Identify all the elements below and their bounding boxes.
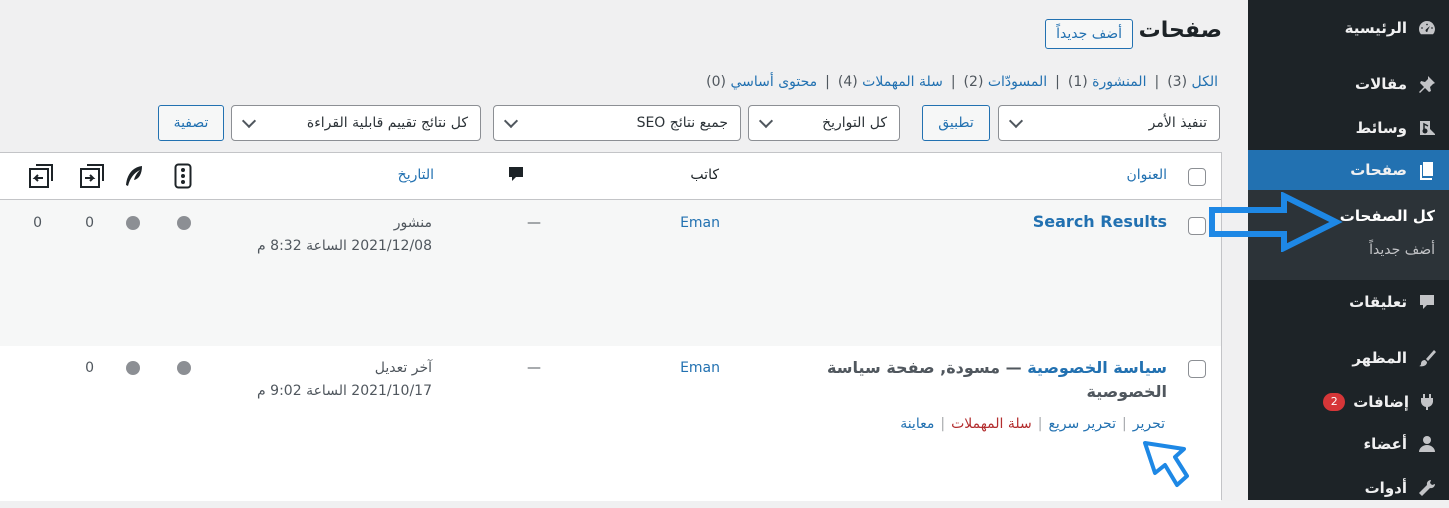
author-link[interactable]: Eman <box>680 360 720 376</box>
table-header: العنوان كاتب التاريخ <box>0 153 1221 200</box>
pin-icon <box>1417 74 1437 94</box>
sidebar-item-dashboard[interactable]: الرئيسية <box>1248 8 1449 48</box>
internal-links-in-icon <box>79 163 105 193</box>
links-in-count: 0 <box>85 360 94 376</box>
sidebar-item-tools[interactable]: أدوات <box>1248 468 1449 508</box>
sidebar-item-media[interactable]: وسائط <box>1248 108 1449 148</box>
internal-links-out-icon <box>28 163 54 193</box>
sidebar-item-label: تعليقات <box>1349 293 1407 311</box>
table-row: سياسة الخصوصية — مسودة, صفحة سياسة الخصو… <box>0 346 1221 501</box>
links-out-count: 0 <box>33 215 42 231</box>
user-icon <box>1417 434 1437 454</box>
view-trash-count: (4) <box>837 74 858 90</box>
bulk-action-select[interactable]: تنفيذ الأمر <box>998 105 1220 141</box>
author-link[interactable]: Eman <box>680 215 720 231</box>
column-title-header[interactable]: العنوان <box>1126 167 1167 183</box>
comment-icon <box>1417 292 1437 312</box>
annotation-arrow-icon <box>1209 192 1343 252</box>
seo-score-icon <box>174 163 192 193</box>
pages-table: العنوان كاتب التاريخ Search Results Eman <box>0 152 1222 501</box>
sidebar-item-plugins[interactable]: 2 إضافات <box>1248 382 1449 422</box>
add-new-page-button[interactable]: أضف جديداً <box>1045 19 1133 49</box>
view-all-link[interactable]: الكل <box>1192 74 1219 90</box>
comment-bubble-icon <box>507 165 525 189</box>
comments-count: — <box>527 360 541 376</box>
view-trash-link[interactable]: سلة المهملات <box>862 74 943 90</box>
dashboard-icon <box>1417 18 1437 38</box>
submenu-add-new[interactable]: أضف جديداً <box>1369 242 1435 258</box>
preview-link[interactable]: معاينة <box>900 416 934 432</box>
date-filter-select[interactable]: كل التواريخ <box>748 105 900 141</box>
sidebar-item-label: وسائط <box>1355 119 1407 137</box>
links-in-count: 0 <box>85 215 94 231</box>
view-cornerstone-count: (0) <box>706 74 726 90</box>
readability-dot <box>126 216 140 230</box>
column-date-header[interactable]: التاريخ <box>398 167 434 183</box>
sidebar-item-comments[interactable]: تعليقات <box>1248 282 1449 322</box>
column-author-header: كاتب <box>690 167 719 183</box>
submenu-all-pages[interactable]: كل الصفحات <box>1340 207 1435 225</box>
update-count-badge: 2 <box>1323 393 1346 411</box>
view-cornerstone-link[interactable]: محتوى أساسي <box>730 74 817 90</box>
table-row: Search Results Eman — منشور 2021/12/08 ا… <box>0 200 1221 346</box>
apply-button[interactable]: تطبيق <box>922 105 990 141</box>
select-all-checkbox[interactable] <box>1188 168 1206 186</box>
view-all-count: (3) <box>1167 74 1188 90</box>
sidebar-item-label: أدوات <box>1364 479 1407 497</box>
page-title-link[interactable]: Search Results <box>1033 212 1167 231</box>
chevron-down-icon <box>758 113 774 129</box>
sidebar-item-label: صفحات <box>1350 161 1407 179</box>
date-filter-value: كل التواريخ <box>822 115 887 131</box>
annotation-arrow-icon <box>1143 441 1189 487</box>
row-title-cell: سياسة الخصوصية — مسودة, صفحة سياسة الخصو… <box>787 356 1167 404</box>
seo-score-dot <box>177 361 191 375</box>
view-drafts-link[interactable]: المسودّات <box>988 74 1047 90</box>
brush-icon <box>1417 348 1437 368</box>
sidebar-item-label: المظهر <box>1352 349 1407 367</box>
page-status: منشور <box>393 215 432 231</box>
quick-edit-link[interactable]: تحرير سريع <box>1048 416 1116 432</box>
wrench-icon <box>1417 478 1437 498</box>
sidebar-item-posts[interactable]: مقالات <box>1248 64 1449 104</box>
seo-filter-select[interactable]: جميع نتائج SEO <box>493 105 741 141</box>
chevron-down-icon <box>241 113 257 129</box>
row-checkbox[interactable] <box>1188 217 1206 235</box>
readability-filter-select[interactable]: كل نتائج تقييم قابلية القراءة <box>231 105 481 141</box>
trash-link[interactable]: سلة المهملات <box>951 416 1032 432</box>
sidebar-item-label: الرئيسية <box>1344 19 1407 37</box>
sidebar-item-pages[interactable]: صفحات <box>1248 150 1449 190</box>
chevron-down-icon <box>1008 113 1024 129</box>
readability-icon <box>123 164 145 192</box>
row-title-cell: Search Results <box>1033 212 1167 231</box>
pages-icon <box>1417 160 1437 180</box>
row-actions: تحرير|تحرير سريع|سلة المهملات|معاينة <box>900 416 1165 432</box>
page-date: 2021/10/17 الساعة 9:02 م <box>257 383 432 399</box>
sidebar-item-label: إضافات <box>1353 393 1409 411</box>
seo-score-dot <box>177 216 191 230</box>
comments-count: — <box>527 215 541 231</box>
sidebar-item-users[interactable]: أعضاء <box>1248 424 1449 464</box>
readability-filter-value: كل نتائج تقييم قابلية القراءة <box>306 115 468 131</box>
view-published-count: (1) <box>1067 74 1088 90</box>
page-status: آخر تعديل <box>374 360 432 376</box>
seo-filter-value: جميع نتائج SEO <box>636 115 728 131</box>
bulk-action-value: تنفيذ الأمر <box>1148 115 1207 131</box>
readability-dot <box>126 361 140 375</box>
edit-link[interactable]: تحرير <box>1133 416 1165 432</box>
media-icon <box>1417 118 1437 138</box>
page-title-link[interactable]: سياسة الخصوصية <box>1027 358 1167 377</box>
sidebar-item-label: أعضاء <box>1363 435 1407 453</box>
view-filters: الكل (3)|المنشورة (1)|المسودّات (2)|سلة … <box>706 74 1218 90</box>
plugin-icon <box>1417 392 1437 412</box>
view-published-link[interactable]: المنشورة <box>1092 74 1146 90</box>
sidebar-item-label: مقالات <box>1355 75 1407 93</box>
chevron-down-icon <box>503 113 519 129</box>
page-date: 2021/12/08 الساعة 8:32 م <box>257 238 432 254</box>
view-drafts-count: (2) <box>963 74 984 90</box>
page-title: صفحات <box>1138 18 1222 43</box>
sidebar-item-appearance[interactable]: المظهر <box>1248 338 1449 378</box>
filter-button[interactable]: تصفية <box>158 105 224 141</box>
main-content: صفحات أضف جديداً الكل (3)|المنشورة (1)|ا… <box>0 0 1248 501</box>
row-checkbox[interactable] <box>1188 360 1206 378</box>
